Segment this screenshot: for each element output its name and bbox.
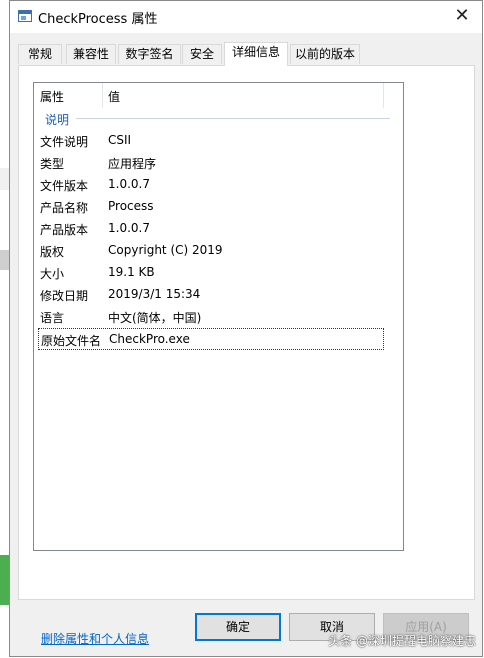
tab-details[interactable]: 详细信息 (224, 42, 288, 66)
list-item[interactable]: 产品名称 Process (34, 196, 384, 218)
group-label-description: 说明 (45, 113, 70, 127)
property-name: 文件版本 (40, 179, 89, 193)
list-item[interactable]: 产品版本 1.0.0.7 (34, 218, 384, 240)
remove-properties-link[interactable]: 删除属性和个人信息 (41, 630, 149, 647)
tab-general[interactable]: 常规 (18, 44, 62, 64)
property-name: 版权 (40, 245, 65, 259)
window-app-icon (18, 10, 32, 22)
property-name: 大小 (40, 267, 65, 281)
column-divider[interactable] (383, 83, 384, 108)
tab-previous-versions[interactable]: 以前的版本 (290, 44, 360, 64)
list-item[interactable]: 文件版本 1.0.0.7 (34, 174, 384, 196)
close-icon: ✕ (454, 5, 470, 26)
column-divider[interactable] (102, 83, 103, 108)
property-value: 19.1 KB (108, 265, 155, 279)
property-list[interactable]: 属性 值 说明 文件说明 CSII 类型 应用程序 文件版本 1.0.0.7 产… (33, 82, 404, 551)
property-name: 原始文件名 (41, 334, 102, 348)
property-value: 2019/3/1 15:34 (108, 287, 201, 301)
property-name: 产品版本 (40, 223, 89, 237)
list-header: 属性 值 (34, 83, 403, 108)
group-divider (76, 118, 390, 119)
list-item[interactable]: 类型 应用程序 (34, 152, 384, 174)
property-name: 类型 (40, 157, 65, 171)
properties-dialog: CheckProcess 属性 ✕ 常规 兼容性 数字签名 安全 详细信息 以前… (9, 0, 483, 657)
watermark-text: 头条 @深圳提醒电脑察建忠 (328, 634, 476, 648)
details-panel: 属性 值 说明 文件说明 CSII 类型 应用程序 文件版本 1.0.0.7 产… (18, 65, 475, 646)
property-value: Copyright (C) 2019 (108, 243, 223, 257)
column-header-property[interactable]: 属性 (40, 88, 64, 105)
property-name: 修改日期 (40, 289, 89, 303)
property-value: 1.0.0.7 (108, 221, 150, 235)
background-row (0, 168, 9, 190)
background-green-block (0, 555, 9, 605)
ok-button[interactable]: 确定 (195, 613, 281, 641)
window-title: CheckProcess 属性 (38, 12, 158, 27)
background-app-strip (0, 0, 9, 658)
background-row (0, 250, 9, 270)
property-value: 1.0.0.7 (108, 177, 150, 191)
tab-security[interactable]: 安全 (182, 44, 222, 64)
column-header-value[interactable]: 值 (108, 88, 120, 105)
property-name: 语言 (40, 311, 65, 325)
title-bar[interactable]: CheckProcess 属性 ✕ (10, 1, 482, 33)
tab-digital-signatures[interactable]: 数字签名 (118, 44, 181, 64)
list-item-selected[interactable]: 原始文件名 CheckPro.exe (38, 328, 384, 350)
list-item[interactable]: 修改日期 2019/3/1 15:34 (34, 284, 384, 306)
property-value: 中文(简体，中国) (108, 311, 202, 325)
list-item[interactable]: 语言 中文(简体，中国) (34, 306, 384, 328)
property-value: 应用程序 (108, 157, 157, 171)
property-name: 产品名称 (40, 201, 89, 215)
property-value: CSII (108, 133, 132, 147)
property-name: 文件说明 (40, 135, 89, 149)
list-item[interactable]: 文件说明 CSII (34, 130, 384, 152)
close-button[interactable]: ✕ (442, 1, 482, 33)
property-value: CheckPro.exe (109, 332, 190, 346)
list-item[interactable]: 版权 Copyright (C) 2019 (34, 240, 384, 262)
list-item[interactable]: 大小 19.1 KB (34, 262, 384, 284)
tab-compatibility[interactable]: 兼容性 (66, 44, 116, 64)
property-value: Process (108, 199, 154, 213)
